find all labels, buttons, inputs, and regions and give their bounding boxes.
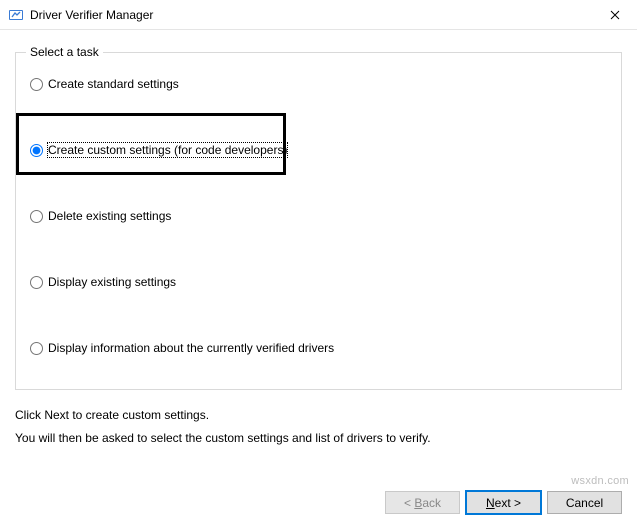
- radio-display-existing[interactable]: Display existing settings: [30, 275, 176, 289]
- radio-create-custom[interactable]: Create custom settings (for code develop…: [30, 143, 287, 157]
- radio-create-standard[interactable]: Create standard settings: [30, 77, 179, 91]
- client-area: Select a task Create standard settings C…: [0, 30, 637, 527]
- radio-delete-existing[interactable]: Delete existing settings: [30, 209, 171, 223]
- radio-input-create-custom[interactable]: [30, 144, 43, 157]
- instruction-line-1: Click Next to create custom settings.: [15, 404, 622, 427]
- title-bar: Driver Verifier Manager: [0, 0, 637, 30]
- groupbox-legend: Select a task: [26, 45, 103, 59]
- radio-label-display-info[interactable]: Display information about the currently …: [48, 341, 334, 355]
- app-icon: [8, 7, 24, 23]
- button-bar: < Back Next > Cancel: [385, 491, 622, 514]
- cancel-button[interactable]: Cancel: [547, 491, 622, 514]
- radio-label-display-existing[interactable]: Display existing settings: [48, 275, 176, 289]
- radio-label-create-standard[interactable]: Create standard settings: [48, 77, 179, 91]
- radio-input-display-info[interactable]: [30, 342, 43, 355]
- close-icon: [610, 10, 620, 20]
- close-button[interactable]: [592, 0, 637, 30]
- radio-display-info[interactable]: Display information about the currently …: [30, 341, 334, 355]
- radio-input-delete-existing[interactable]: [30, 210, 43, 223]
- instruction-line-2: You will then be asked to select the cus…: [15, 427, 622, 450]
- radio-label-create-custom[interactable]: Create custom settings (for code develop…: [48, 143, 287, 157]
- next-button[interactable]: Next >: [466, 491, 541, 514]
- radio-input-create-standard[interactable]: [30, 78, 43, 91]
- task-groupbox: Select a task Create standard settings C…: [15, 45, 622, 390]
- watermark: wsxdn.com: [571, 475, 629, 487]
- back-button: < Back: [385, 491, 460, 514]
- radio-label-delete-existing[interactable]: Delete existing settings: [48, 209, 171, 223]
- instructions: Click Next to create custom settings. Yo…: [15, 404, 622, 450]
- window-title: Driver Verifier Manager: [30, 8, 592, 22]
- radio-input-display-existing[interactable]: [30, 276, 43, 289]
